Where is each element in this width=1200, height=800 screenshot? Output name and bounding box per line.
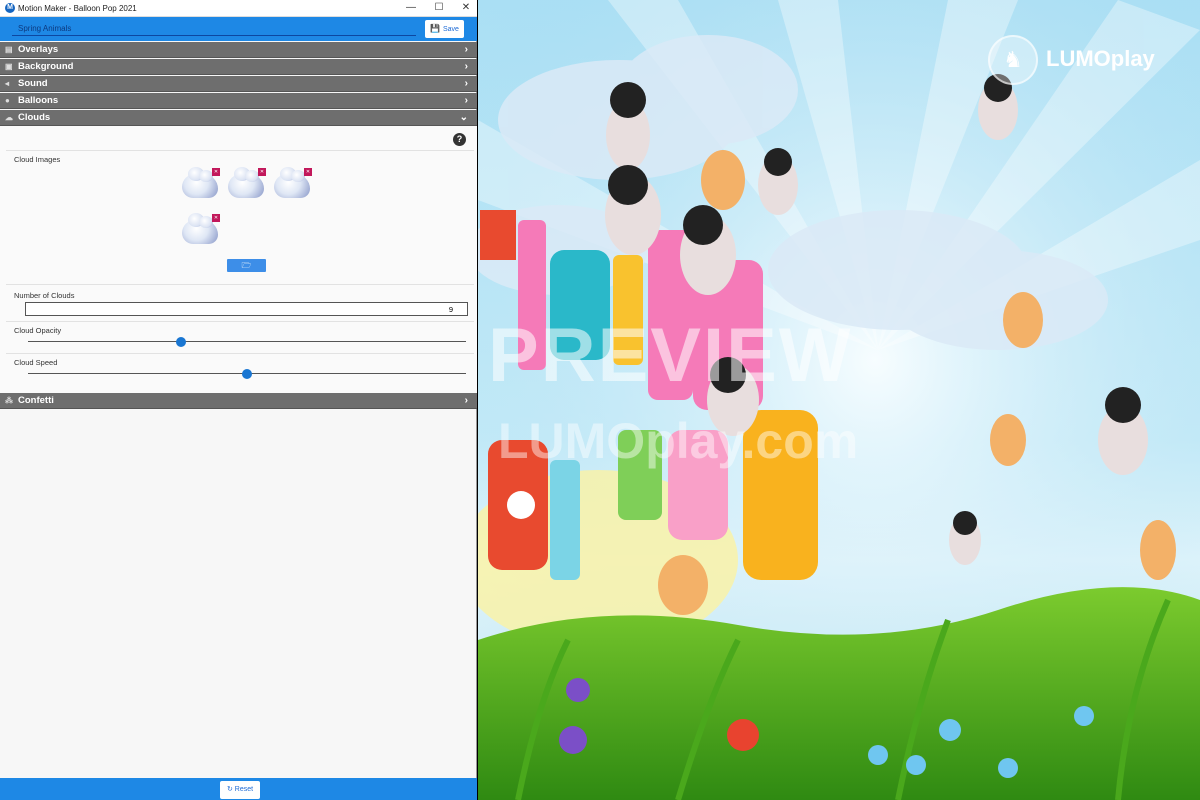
confetti-icon: ⁂	[5, 396, 13, 405]
number-of-clouds-label: Number of Clouds	[14, 291, 75, 300]
help-icon[interactable]: ?	[453, 133, 466, 146]
cloud-image-thumbnail[interactable]: ✕	[180, 213, 220, 248]
project-name-input[interactable]	[12, 21, 416, 36]
image-icon: ▣	[5, 62, 13, 71]
cloud-opacity-slider[interactable]	[28, 337, 466, 347]
delete-icon[interactable]: ✕	[258, 168, 266, 176]
layers-icon: ▤	[5, 45, 13, 54]
balloon-icon: ●	[5, 96, 10, 105]
chevron-right-icon: ›	[464, 78, 468, 89]
section-label: Background	[18, 61, 74, 72]
title-bar: M Motion Maker - Balloon Pop 2021 — ☐ ✕	[0, 0, 477, 17]
footer-bar: ↻ Reset	[0, 778, 477, 800]
minimize-button[interactable]: —	[397, 1, 425, 15]
number-of-clouds-input[interactable]	[25, 302, 468, 316]
section-confetti[interactable]: ⁂ Confetti ›	[0, 393, 477, 409]
preview-scene	[478, 0, 1200, 800]
divider	[6, 353, 474, 354]
cloud-image-thumbnail[interactable]: ✕	[272, 167, 312, 202]
section-overlays[interactable]: ▤ Overlays ›	[0, 42, 477, 58]
chevron-right-icon: ›	[464, 395, 468, 406]
lumoplay-logo-icon: ♞	[988, 35, 1038, 85]
folder-icon: 🗁	[241, 261, 252, 270]
section-balloons[interactable]: ● Balloons ›	[0, 93, 477, 109]
save-icon: 💾	[430, 24, 440, 33]
chevron-right-icon: ›	[464, 61, 468, 72]
brand-name: LUMOplay	[1046, 46, 1155, 71]
cloud-image-thumbnail[interactable]: ✕	[226, 167, 266, 202]
cloud-image	[274, 167, 310, 198]
section-label: Confetti	[18, 395, 54, 406]
section-label: Overlays	[18, 44, 59, 55]
section-label: Clouds	[18, 112, 51, 123]
cloud-image	[182, 167, 218, 198]
delete-icon[interactable]: ✕	[304, 168, 312, 176]
section-label: Balloons	[18, 95, 59, 106]
maximize-button[interactable]: ☐	[425, 1, 453, 15]
reset-label: Reset	[234, 786, 254, 793]
cloud-image	[182, 213, 218, 244]
save-label: Save	[443, 26, 459, 33]
app-icon: M	[5, 3, 15, 13]
cloud-image	[228, 167, 264, 198]
chevron-right-icon: ›	[464, 95, 468, 106]
section-label: Sound	[18, 78, 48, 89]
section-background[interactable]: ▣ Background ›	[0, 59, 477, 75]
top-toolbar: 💾Save	[0, 17, 477, 41]
divider	[6, 284, 474, 285]
close-button[interactable]: ✕	[452, 1, 480, 15]
cloud-icon: ☁	[5, 113, 13, 122]
section-clouds[interactable]: ☁ Clouds ⌄	[0, 110, 477, 126]
cloud-opacity-label: Cloud Opacity	[14, 326, 62, 335]
delete-icon[interactable]: ✕	[212, 168, 220, 176]
chevron-right-icon: ›	[464, 44, 468, 55]
cloud-image-thumbnail[interactable]: ✕	[180, 167, 220, 202]
delete-icon[interactable]: ✕	[212, 214, 220, 222]
preview-watermark-url: LUMOplay.com	[498, 413, 859, 469]
section-sound[interactable]: ◂ Sound ›	[0, 76, 477, 92]
divider	[6, 150, 474, 151]
window-title: Motion Maker - Balloon Pop 2021	[18, 4, 137, 13]
preview-canvas: PREVIEW LUMOplay.com ♞ LUMOplay	[478, 0, 1200, 800]
save-button[interactable]: 💾 Save	[425, 20, 464, 38]
chevron-down-icon: ⌄	[459, 112, 468, 123]
divider	[6, 321, 474, 322]
clouds-panel: ? Cloud Images ✕ ✕ ✕ ✕ 🗁 Number of Cloud…	[0, 126, 477, 393]
slider-track	[28, 341, 466, 342]
slider-handle[interactable]	[176, 337, 187, 347]
reset-button[interactable]: ↻ Reset	[220, 781, 260, 799]
preview-watermark: PREVIEW	[488, 313, 853, 398]
cloud-speed-slider[interactable]	[28, 369, 466, 379]
slider-handle[interactable]	[242, 369, 252, 379]
reset-icon: ↻	[226, 786, 233, 793]
open-folder-button[interactable]: 🗁	[227, 259, 266, 272]
cloud-speed-label: Cloud Speed	[14, 358, 58, 367]
cloud-images-label: Cloud Images	[14, 155, 61, 164]
motion-maker-window: M Motion Maker - Balloon Pop 2021 — ☐ ✕ …	[0, 0, 477, 800]
volume-icon: ◂	[5, 79, 10, 88]
